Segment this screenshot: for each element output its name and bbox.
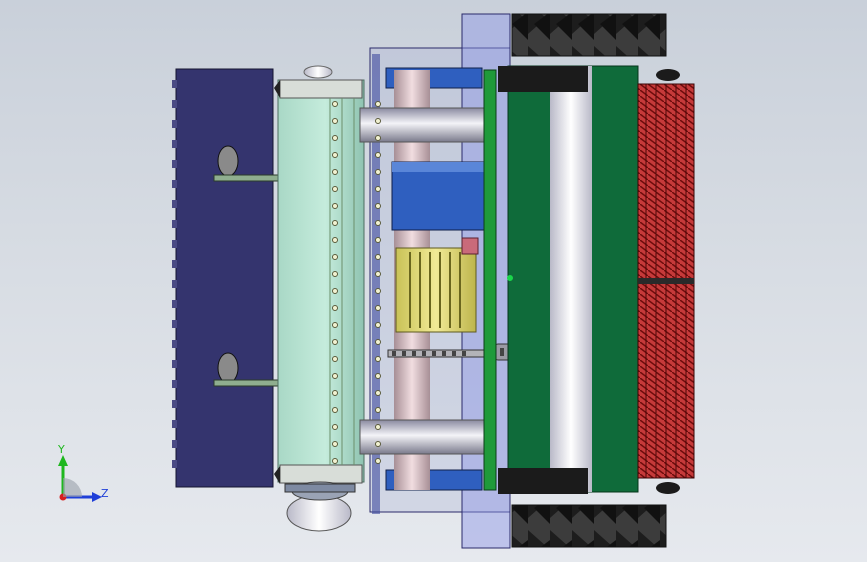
rear-wheel-bottom[interactable]: [511, 504, 667, 548]
z-axis-label: Z: [101, 487, 109, 500]
electric-motor[interactable]: [391, 161, 485, 231]
gearbox[interactable]: [395, 237, 479, 333]
ground-wheel[interactable]: [284, 481, 356, 532]
brush-rotor[interactable]: [637, 69, 695, 494]
axis-triad: [58, 455, 102, 502]
seed-roller[interactable]: [274, 65, 365, 484]
cad-viewport[interactable]: Y Z: [0, 0, 867, 562]
y-axis-label: Y: [58, 443, 65, 456]
model-canvas[interactable]: [0, 0, 867, 562]
rear-wheel-top[interactable]: [511, 13, 667, 57]
